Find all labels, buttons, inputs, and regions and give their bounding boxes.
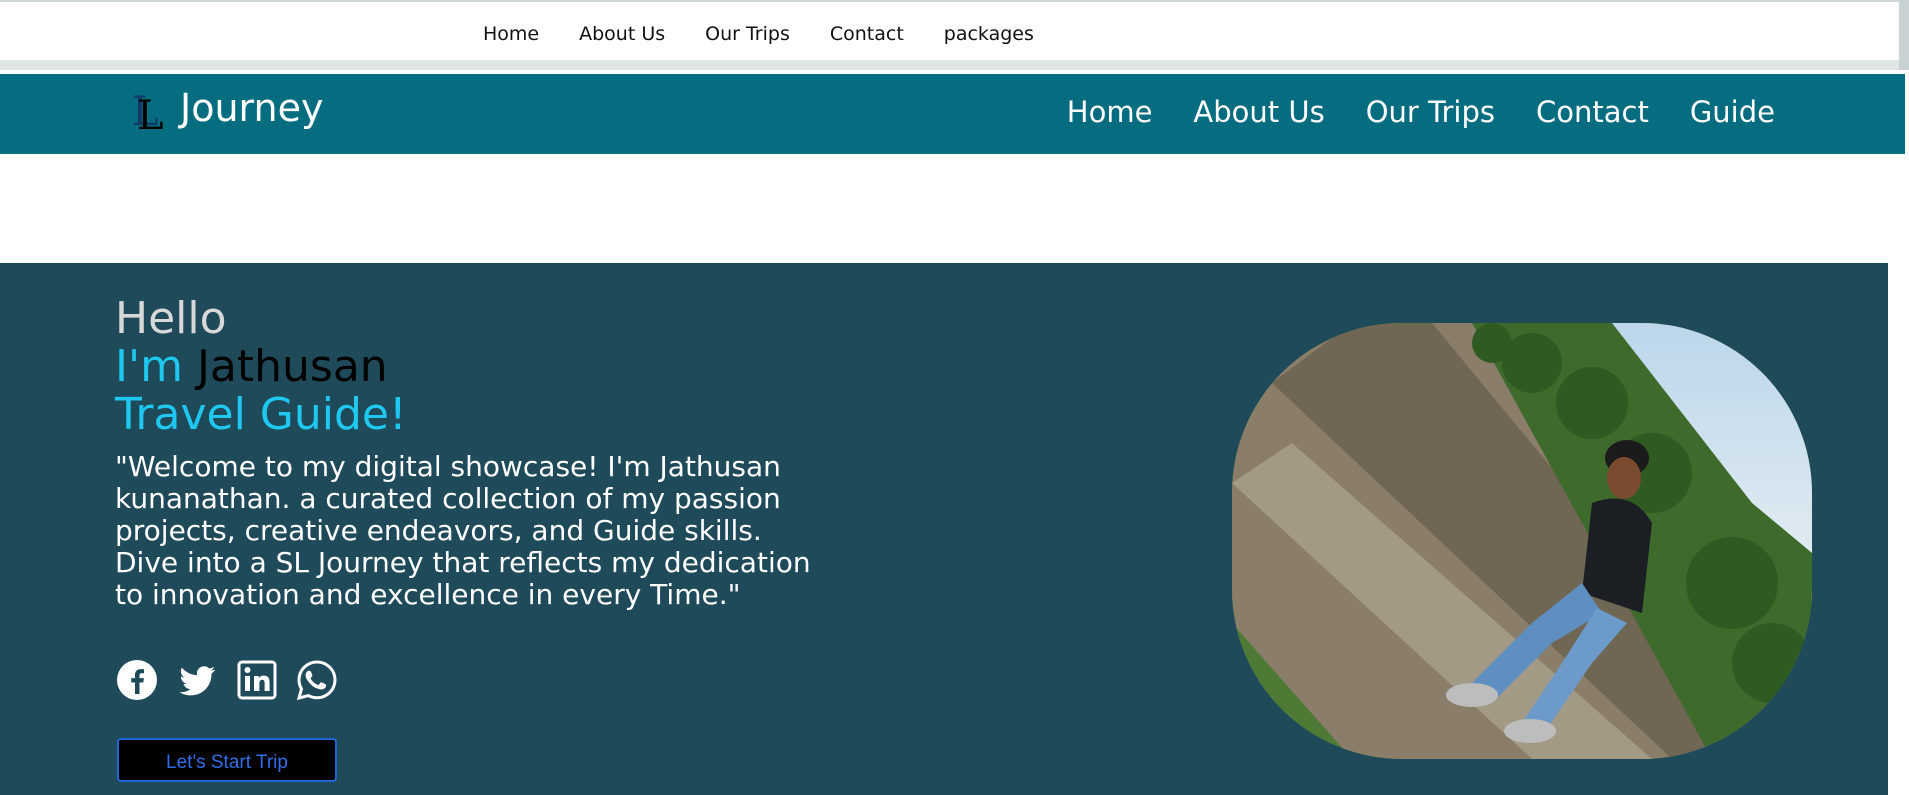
main-nav-guide-link[interactable]: Guide (1690, 92, 1775, 132)
top-nav-divider (0, 60, 1899, 70)
hero-greeting: Hello (115, 293, 227, 344)
top-nav-packages-link[interactable]: packages (944, 22, 1034, 46)
top-nav: Home About Us Our Trips Contact packages (483, 22, 1074, 46)
guide-photo (1232, 323, 1812, 759)
hero-name: Jathusan (196, 341, 388, 392)
main-nav-about-link[interactable]: About Us (1193, 92, 1324, 132)
top-nav-edge (1899, 0, 1909, 70)
hero-intro: I'm Jathusan (115, 343, 388, 391)
top-nav-bar: Home About Us Our Trips Contact packages (0, 0, 1899, 62)
start-trip-button[interactable]: Let's Start Trip (117, 738, 337, 782)
main-header: L L Journey Home About Us Our Trips Cont… (0, 74, 1905, 154)
twitter-icon[interactable] (175, 658, 219, 702)
top-nav-about-link[interactable]: About Us (579, 22, 665, 46)
linkedin-icon[interactable] (235, 658, 279, 702)
hero-im-prefix: I'm (115, 341, 183, 392)
main-nav-home-link[interactable]: Home (1067, 92, 1153, 132)
brand-name[interactable]: Journey (180, 84, 323, 132)
facebook-icon[interactable] (115, 658, 159, 702)
hero-role: Travel Guide! (115, 389, 407, 440)
guide-photo-illustration (1232, 323, 1812, 759)
main-nav: Home About Us Our Trips Contact Guide (1026, 92, 1775, 132)
hero-section: Hello I'm Jathusan Travel Guide! "Welcom… (0, 263, 1888, 795)
top-nav-contact-link[interactable]: Contact (830, 22, 904, 46)
main-nav-trips-link[interactable]: Our Trips (1366, 92, 1495, 132)
whatsapp-icon[interactable] (295, 658, 339, 702)
hero-bio: "Welcome to my digital showcase! I'm Jat… (115, 450, 811, 611)
top-nav-trips-link[interactable]: Our Trips (705, 22, 790, 46)
social-links (115, 658, 339, 702)
logo-letter-front: L (137, 93, 164, 139)
top-nav-home-link[interactable]: Home (483, 22, 539, 46)
main-nav-contact-link[interactable]: Contact (1536, 92, 1649, 132)
logo-icon[interactable]: L L (132, 88, 164, 139)
